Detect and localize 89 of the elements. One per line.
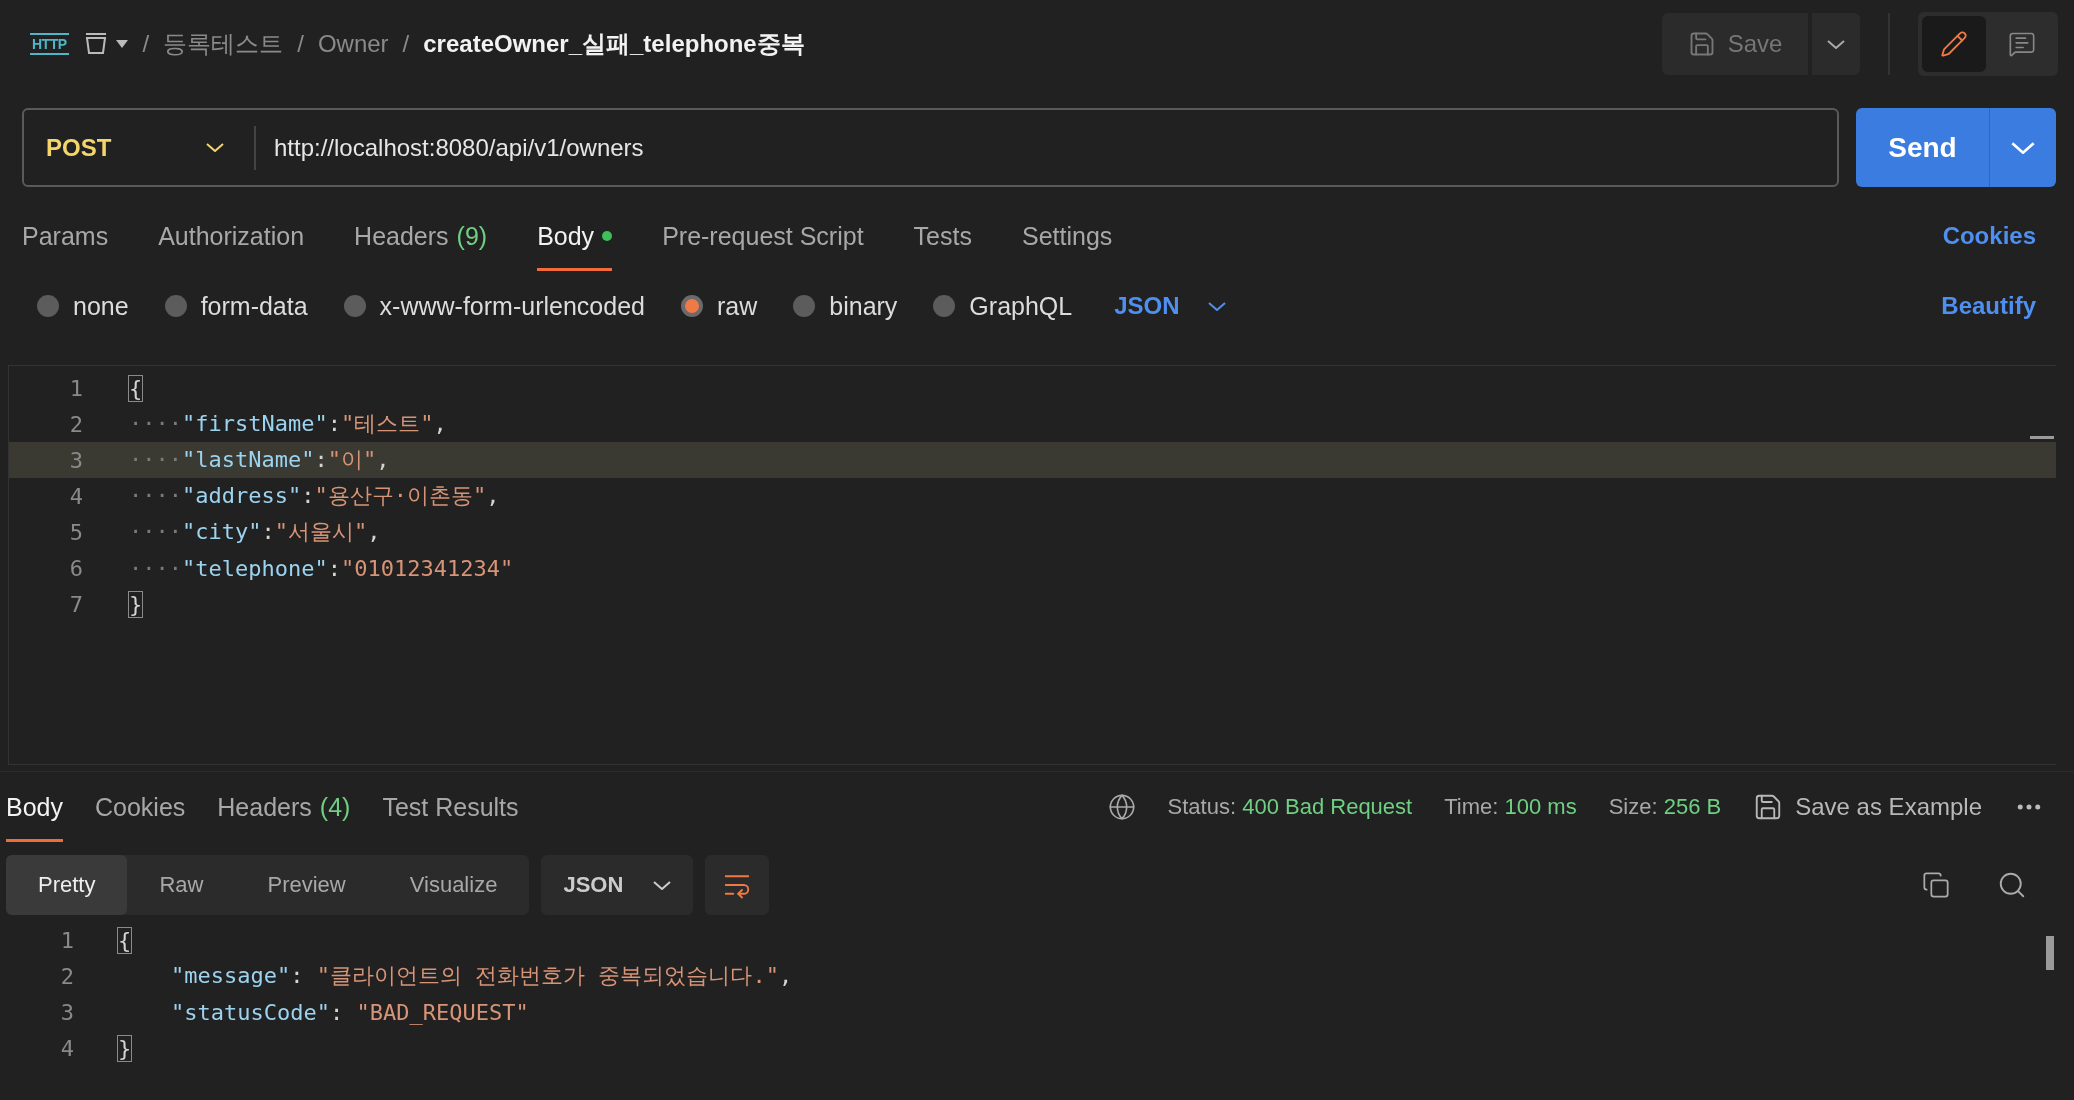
globe-icon[interactable] [1107, 793, 1136, 821]
caret-icon [114, 39, 129, 49]
request-title: createOwner_실패_telephone중복 [423, 29, 805, 59]
line-number: 3 [68, 447, 83, 473]
format-dropdown[interactable]: JSON [541, 855, 694, 915]
code-line: ····"telephone":"01012341234" [129, 555, 514, 581]
body-type-radio[interactable]: GraphQL [933, 291, 1073, 321]
search-icon [1997, 870, 2027, 900]
body-type-radio[interactable]: raw [680, 291, 758, 321]
response-tab[interactable]: Test Results [382, 772, 519, 842]
response-tab[interactable]: Body [6, 772, 63, 842]
line-number: 2 [59, 963, 74, 989]
body-type-radio[interactable]: form-data [164, 291, 308, 321]
radio-label: GraphQL [969, 291, 1073, 321]
code-line: } [118, 1035, 132, 1061]
view-mode-tab[interactable]: Raw [127, 855, 236, 915]
code-line: ····"city":"서울시", [129, 518, 381, 546]
line-number: 7 [68, 591, 83, 617]
send-button[interactable]: Send [1856, 108, 1990, 187]
radio-circle[interactable] [680, 295, 703, 317]
response-meta: Size: 256 B [1608, 794, 1722, 820]
line-number: 1 [68, 375, 83, 401]
breadcrumb-separator: / [297, 30, 304, 58]
line-number: 2 [68, 411, 83, 437]
code-line: { [129, 375, 143, 401]
response-meta: Status: 400 Bad Request [1167, 794, 1413, 820]
view-mode-tab[interactable]: Visualize [377, 855, 530, 915]
wrap-lines-button[interactable] [705, 855, 770, 915]
code-editor[interactable]: 1 { 2 ····"firstName":"테스트", 3 ····"lastName":"이", 4 ····"address":"용산구·이촌동", 5 ····"city":"서울시", 6 ····"telephone":"01012341234" 7 } [8, 365, 2056, 765]
code-line: ····"firstName":"테스트", [129, 410, 447, 438]
tab-count: (4) [319, 792, 351, 822]
radio-circle[interactable] [164, 295, 187, 317]
scrollbar-thumb[interactable] [2030, 436, 2054, 439]
code-line: ····"address":"용산구·이촌동", [129, 482, 500, 510]
radio-label: raw [716, 291, 758, 321]
chevron-down-icon [1207, 301, 1226, 311]
line-number: 6 [68, 555, 83, 581]
view-mode-tab[interactable]: Pretty [6, 855, 128, 915]
line-number: 4 [59, 1035, 74, 1061]
method-dropdown[interactable]: POST [24, 125, 256, 170]
radio-circle[interactable] [37, 295, 59, 317]
line-number: 5 [68, 519, 83, 545]
chevron-down-icon [2011, 141, 2035, 154]
line-number: 3 [59, 999, 74, 1025]
request-tab[interactable]: Settings [1021, 201, 1113, 271]
radio-circle[interactable] [793, 295, 816, 317]
line-number: 4 [68, 483, 83, 509]
chevron-down-icon [653, 880, 672, 890]
request-tab[interactable]: Pre-request Script [662, 201, 864, 271]
body-type-radio[interactable]: none [37, 291, 129, 321]
request-tab[interactable]: Authorization [158, 201, 305, 271]
code-line: ····"lastName":"이", [129, 446, 390, 474]
http-request-badge: HTTP [30, 33, 69, 55]
chevron-down-icon [206, 143, 224, 152]
request-tab[interactable]: Headers (9) [354, 201, 488, 271]
request-tab[interactable]: Params [22, 201, 109, 271]
chevron-down-icon [1827, 39, 1845, 49]
code-line: "message": "클라이언트의 전화번호가 중복되었습니다.", [170, 962, 793, 990]
breadcrumb-link[interactable]: Owner [317, 30, 389, 58]
line-number: 1 [59, 927, 74, 953]
radio-label: form-data [200, 291, 308, 321]
edit-button[interactable] [1922, 16, 1986, 72]
response-tab[interactable]: Cookies [95, 772, 186, 842]
code-line: "statusCode": "BAD_REQUEST" [170, 999, 529, 1025]
radio-circle[interactable] [343, 295, 366, 317]
cookies-link[interactable]: Cookies [1942, 201, 2036, 271]
radio-circle[interactable] [933, 295, 956, 317]
view-mode-tab[interactable]: Preview [235, 855, 378, 915]
response-tab[interactable]: Headers (4) [217, 772, 351, 842]
breadcrumb-link[interactable]: 등록테스트 [163, 28, 284, 60]
beautify-link[interactable]: Beautify [1941, 292, 2036, 320]
save-as-example-button[interactable]: Save as Example [1753, 772, 1982, 842]
pencil-icon [1940, 30, 1968, 58]
scrollbar-thumb[interactable] [2046, 936, 2054, 970]
code-line: { [118, 927, 132, 953]
request-tab[interactable]: Body [537, 201, 613, 271]
radio-label: binary [829, 291, 898, 321]
url-field[interactable]: POST http://localhost:8080/api/v1/owners [22, 108, 1839, 187]
radio-label: none [73, 291, 129, 321]
breadcrumb-separator: / [402, 30, 410, 58]
response-meta: Time: 100 ms [1444, 794, 1577, 820]
body-type-radio[interactable]: binary [793, 291, 898, 321]
request-tab[interactable]: Tests [913, 201, 972, 271]
comment-icon [2008, 30, 2036, 58]
language-dropdown[interactable]: JSON [1108, 291, 1232, 321]
copy-icon [1922, 871, 1950, 899]
tab-count: (9) [456, 221, 488, 251]
code-line: } [129, 591, 143, 617]
breadcrumb-separator: / [142, 30, 150, 58]
